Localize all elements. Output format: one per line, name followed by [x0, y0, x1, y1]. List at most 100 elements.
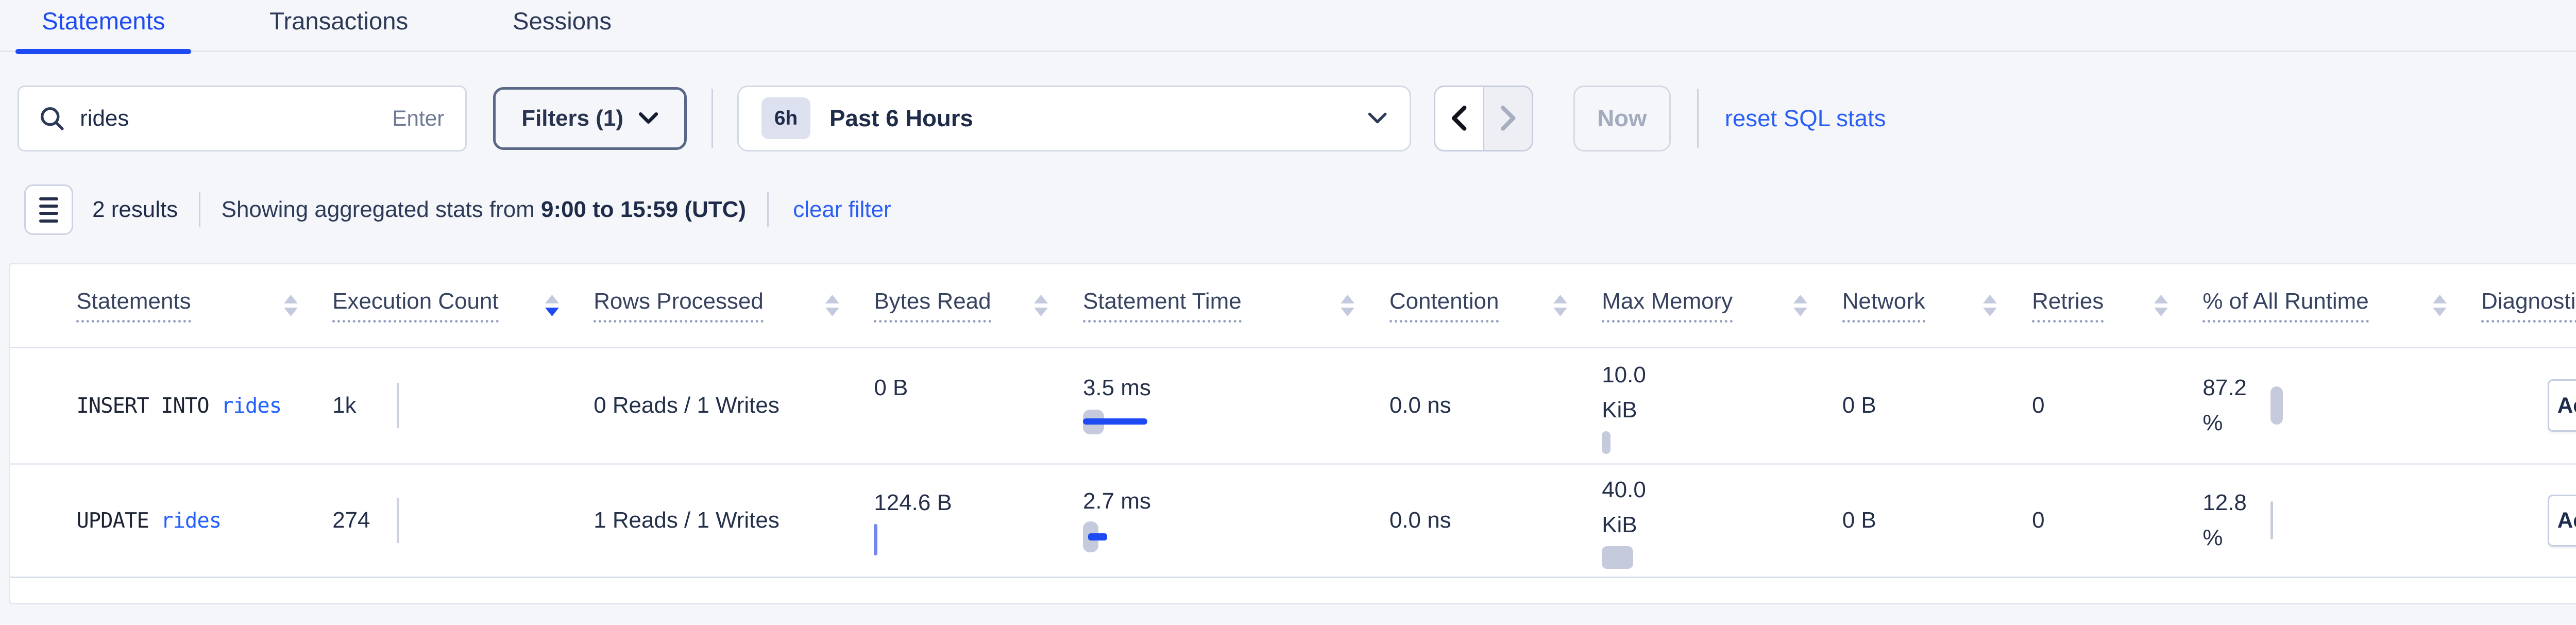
column-header-statement-time[interactable]: Statement Time [1083, 264, 1389, 346]
contention-value: 0.0 ns [1389, 508, 1451, 533]
max-memory-value: 10.0 KiB [1602, 358, 1675, 428]
contention-cell: 0.0 ns [1389, 465, 1602, 577]
table-row: UPDATE rides 274 1 Reads / 1 Writes 124.… [10, 463, 2576, 578]
activate-diagnostics-button[interactable]: Activate [2548, 495, 2576, 547]
now-button[interactable]: Now [1573, 86, 1671, 151]
statement-time-cell: 2.7 ms [1083, 465, 1389, 577]
statement-time-value: 3.5 ms [1083, 375, 1151, 401]
pct-runtime-cell: 87.2 % [2202, 348, 2481, 463]
execution-count-cell: 274 [332, 465, 594, 577]
activate-diagnostics-button[interactable]: Activate [2548, 379, 2576, 431]
statement-time-value: 2.7 ms [1083, 488, 1151, 514]
tab-statements[interactable]: Statements [15, 0, 191, 52]
showing-prefix: Showing aggregated stats from [222, 197, 535, 222]
menu-icon [39, 197, 58, 223]
statements-page: Statements Transactions Sessions Enter F… [0, 0, 2576, 625]
rows-processed-value: 0 Reads / 1 Writes [594, 393, 779, 418]
statement-time-cell: 3.5 ms [1083, 348, 1389, 463]
pct-runtime-value: 87.2 % [2202, 370, 2265, 441]
column-header-contention[interactable]: Contention [1389, 264, 1602, 346]
column-selector-button[interactable] [24, 184, 73, 235]
statement-cell: UPDATE rides [76, 465, 332, 577]
network-cell: 0 B [1842, 348, 2032, 463]
results-divider [199, 192, 200, 227]
sort-arrows-icon [1793, 295, 1807, 316]
time-range-badge: 6h [761, 97, 810, 139]
filters-button[interactable]: Filters (1) [493, 87, 687, 150]
clear-filter-link[interactable]: clear filter [793, 197, 891, 223]
statement-link[interactable]: UPDATE rides [76, 508, 221, 533]
time-range-selector[interactable]: 6h Past 6 Hours [737, 86, 1411, 151]
filters-label: Filters (1) [521, 106, 623, 131]
tab-transactions[interactable]: Transactions [243, 0, 434, 52]
diagnostics-cell: Activate [2481, 348, 2576, 463]
max-memory-cell: 10.0 KiB [1602, 348, 1842, 463]
bytes-read-value: 0 B [874, 370, 957, 406]
tab-bar: Statements Transactions Sessions [0, 0, 2576, 52]
diagnostics-cell: Activate [2481, 465, 2576, 577]
sort-arrows-icon [2154, 295, 2168, 316]
sort-arrows-icon [284, 295, 298, 316]
pct-runtime-cell: 12.8 % [2202, 465, 2481, 577]
search-input[interactable] [80, 106, 392, 131]
toolbar: Enter Filters (1) 6h Past 6 Hours Now re… [18, 86, 2576, 151]
search-box[interactable]: Enter [18, 86, 467, 151]
time-next-button[interactable] [1484, 87, 1532, 150]
time-nav-group [1434, 86, 1533, 151]
column-header-statements[interactable]: Statements [76, 264, 332, 346]
max-memory-value: 40.0 KiB [1602, 472, 1675, 543]
max-memory-bar [1602, 431, 1611, 454]
sort-arrows-icon [1341, 295, 1354, 316]
bytes-read-bar [874, 524, 877, 555]
column-header-bytes-read[interactable]: Bytes Read [874, 264, 1083, 346]
sort-arrows-icon [1983, 295, 1997, 316]
bytes-read-value: 124.6 B [874, 485, 957, 520]
sort-arrows-icon [825, 295, 839, 316]
column-header-network[interactable]: Network [1842, 264, 2032, 346]
column-header-diagnostics[interactable]: Diagnostics [2481, 264, 2576, 346]
execution-count-cell: 1k [332, 348, 594, 463]
toolbar-divider [711, 89, 713, 148]
network-value: 0 B [1842, 393, 1876, 418]
statements-table: Statements Execution Count Rows Processe… [9, 263, 2576, 604]
sort-arrows-icon [1553, 295, 1567, 316]
pct-runtime-value: 12.8 % [2202, 485, 2265, 555]
showing-range: 9:00 to 15:59 (UTC) [541, 197, 746, 222]
results-count: 2 results [92, 197, 178, 223]
chevron-down-icon [639, 112, 658, 125]
column-header-execution-count[interactable]: Execution Count [332, 264, 594, 346]
max-memory-cell: 40.0 KiB [1602, 465, 1842, 577]
column-header-rows-processed[interactable]: Rows Processed [594, 264, 874, 346]
table-header-row: Statements Execution Count Rows Processe… [10, 264, 2576, 348]
statement-cell: INSERT INTO rides [76, 348, 332, 463]
statement-link[interactable]: INSERT INTO rides [76, 393, 281, 418]
caret-right-icon [1500, 105, 1516, 131]
execution-count-bar [397, 383, 399, 428]
tab-sessions[interactable]: Sessions [486, 0, 637, 52]
execution-count-value: 1k [332, 393, 356, 418]
sort-arrows-icon [2433, 295, 2447, 316]
retries-value: 0 [2032, 393, 2044, 418]
table-row: INSERT INTO rides 1k 0 Reads / 1 Writes … [10, 348, 2576, 463]
chevron-down-icon [1368, 112, 1387, 125]
search-enter-hint: Enter [392, 106, 444, 131]
statement-time-bar [1083, 521, 1174, 553]
retries-value: 0 [2032, 508, 2044, 533]
contention-cell: 0.0 ns [1389, 348, 1602, 463]
time-range-label: Past 6 Hours [829, 105, 973, 132]
column-header-retries[interactable]: Retries [2032, 264, 2202, 346]
caret-left-icon [1451, 105, 1467, 131]
time-prev-button[interactable] [1435, 87, 1484, 150]
sort-arrows-icon [545, 295, 559, 316]
column-header-max-memory[interactable]: Max Memory [1602, 264, 1842, 346]
search-icon [40, 106, 64, 130]
execution-count-value: 274 [332, 508, 370, 533]
rows-processed-cell: 1 Reads / 1 Writes [594, 465, 874, 577]
bytes-read-cell: 124.6 B [874, 465, 1083, 577]
column-header-pct-of-all-runtime[interactable]: % of All Runtime [2202, 264, 2481, 346]
results-bar: 2 results Showing aggregated stats from … [24, 184, 2576, 235]
pct-runtime-bar [2270, 501, 2273, 539]
reset-sql-stats-link[interactable]: reset SQL stats [1725, 105, 1886, 132]
retries-cell: 0 [2032, 465, 2202, 577]
contention-value: 0.0 ns [1389, 393, 1451, 418]
